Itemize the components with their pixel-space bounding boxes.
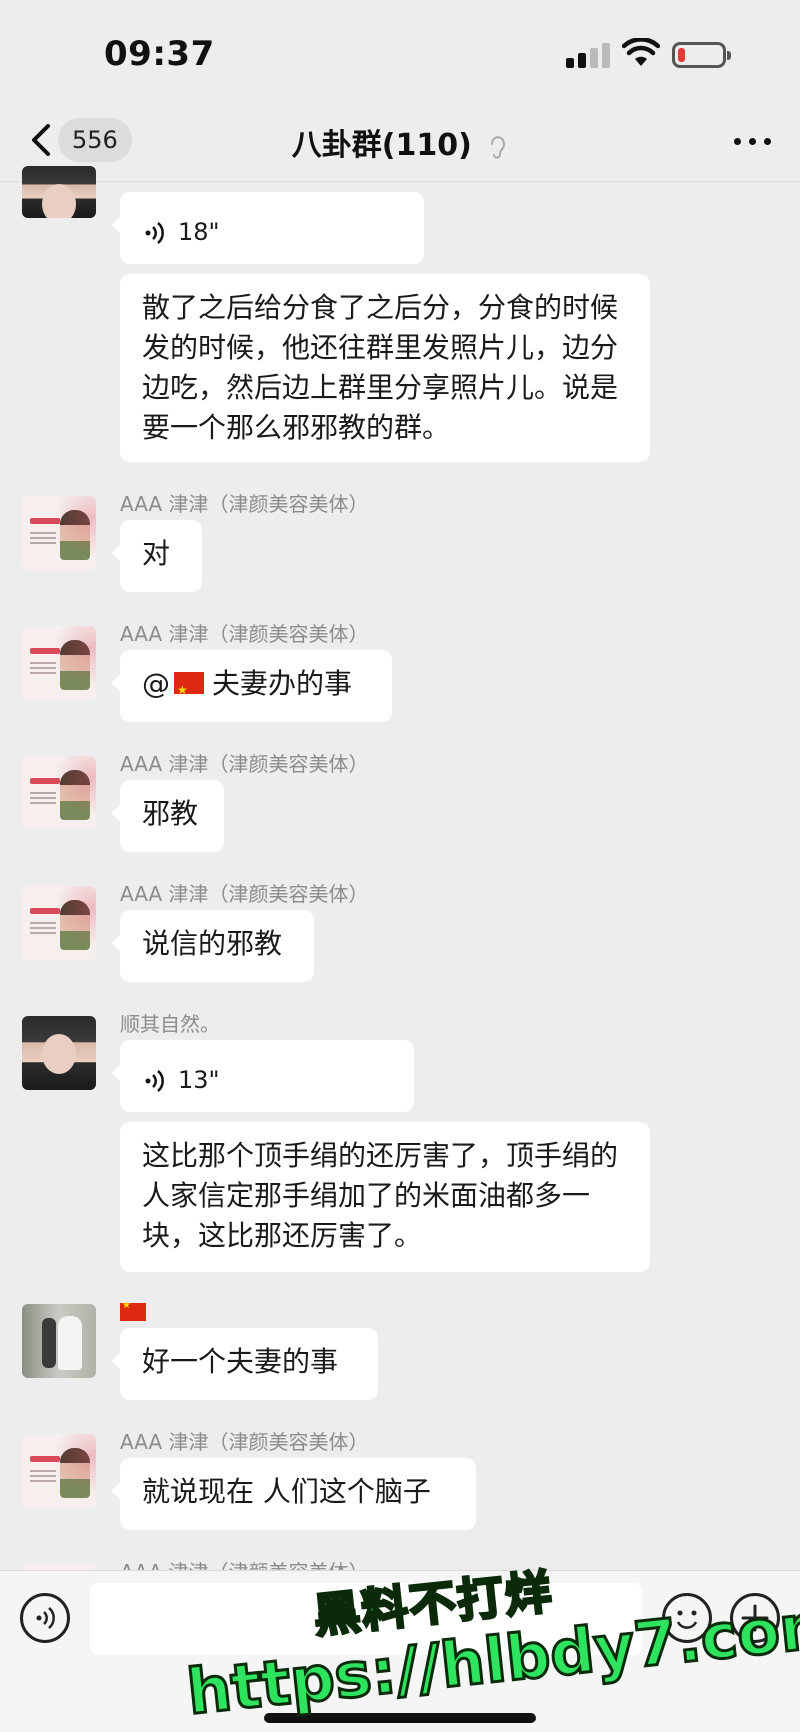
message-bubble[interactable]: 对 [111, 520, 202, 592]
add-button[interactable] [730, 1593, 780, 1643]
chat-header: 556 八卦群(110) [0, 100, 800, 182]
avatar[interactable] [22, 626, 96, 700]
chat-title: 八卦群(110) [0, 120, 800, 164]
chat-title-text: 八卦群(110) [291, 128, 472, 163]
emoji-button[interactable] [662, 1593, 712, 1643]
message-bubble[interactable]: 就说现在 人们这个脑子 [111, 1458, 476, 1530]
voice-wave-icon [36, 1607, 55, 1629]
mention-at: @ [142, 667, 170, 700]
voice-input-button[interactable] [20, 1593, 70, 1643]
message-bubble[interactable]: 这比那个顶手绢的还厉害了，顶手绢的人家信定那手绢加了的米面油都多一块，这比那还厉… [120, 1122, 650, 1272]
avatar[interactable] [22, 1562, 96, 1570]
message-text: 夫妻办的事 [212, 667, 353, 700]
message-bubble[interactable]: 说信的邪教 [111, 910, 314, 982]
status-time: 09:37 [104, 34, 215, 74]
message-input[interactable] [90, 1583, 642, 1655]
avatar[interactable] [22, 1016, 96, 1090]
ear-icon [491, 135, 506, 159]
battery-icon [672, 42, 731, 68]
voice-message[interactable]: 18" [111, 192, 424, 264]
cellular-signal-icon [566, 43, 610, 68]
avatar[interactable] [22, 886, 96, 960]
wifi-icon [622, 38, 660, 66]
input-bar [0, 1570, 800, 1732]
message-bubble[interactable]: 邪教 [111, 780, 224, 852]
sender-name: AAA 津津（津颜美容美体） [120, 882, 369, 906]
voice-wave-icon [145, 1070, 164, 1092]
sender-name [120, 1298, 146, 1322]
china-flag-icon [174, 670, 204, 710]
china-flag-icon [120, 1300, 146, 1321]
sender-name: 顺其自然。 [120, 1012, 220, 1036]
voice-message[interactable]: 13" [111, 1040, 414, 1112]
sender-name: AAA 津津（津颜美容美体） [120, 1430, 369, 1454]
status-bar: 09:37 [0, 0, 800, 100]
avatar[interactable] [22, 1434, 96, 1508]
plus-icon [741, 1604, 769, 1632]
message-bubble[interactable]: 好一个夫妻的事 [111, 1328, 378, 1400]
more-options-button[interactable] [728, 122, 778, 158]
message-bubble[interactable]: @ 夫妻办的事 [111, 650, 392, 722]
avatar[interactable] [22, 496, 96, 570]
smiley-icon [676, 1610, 698, 1629]
avatar[interactable] [22, 1304, 96, 1378]
message-bubble[interactable]: 散了之后给分食了之后分，分食的时候发的时候，他还往群里发照片儿，边分边吃，然后边… [120, 274, 650, 462]
sender-name: AAA 津津（津颜美容美体） [120, 1556, 369, 1570]
sender-name: AAA 津津（津颜美容美体） [120, 622, 369, 646]
voice-duration: 13" [178, 1066, 220, 1094]
voice-wave-icon [145, 222, 164, 244]
voice-duration: 18" [178, 218, 220, 246]
sender-name: AAA 津津（津颜美容美体） [120, 492, 369, 516]
avatar[interactable] [22, 756, 96, 830]
home-indicator [264, 1713, 536, 1723]
avatar[interactable] [22, 166, 96, 218]
sender-name: AAA 津津（津颜美容美体） [120, 752, 369, 776]
